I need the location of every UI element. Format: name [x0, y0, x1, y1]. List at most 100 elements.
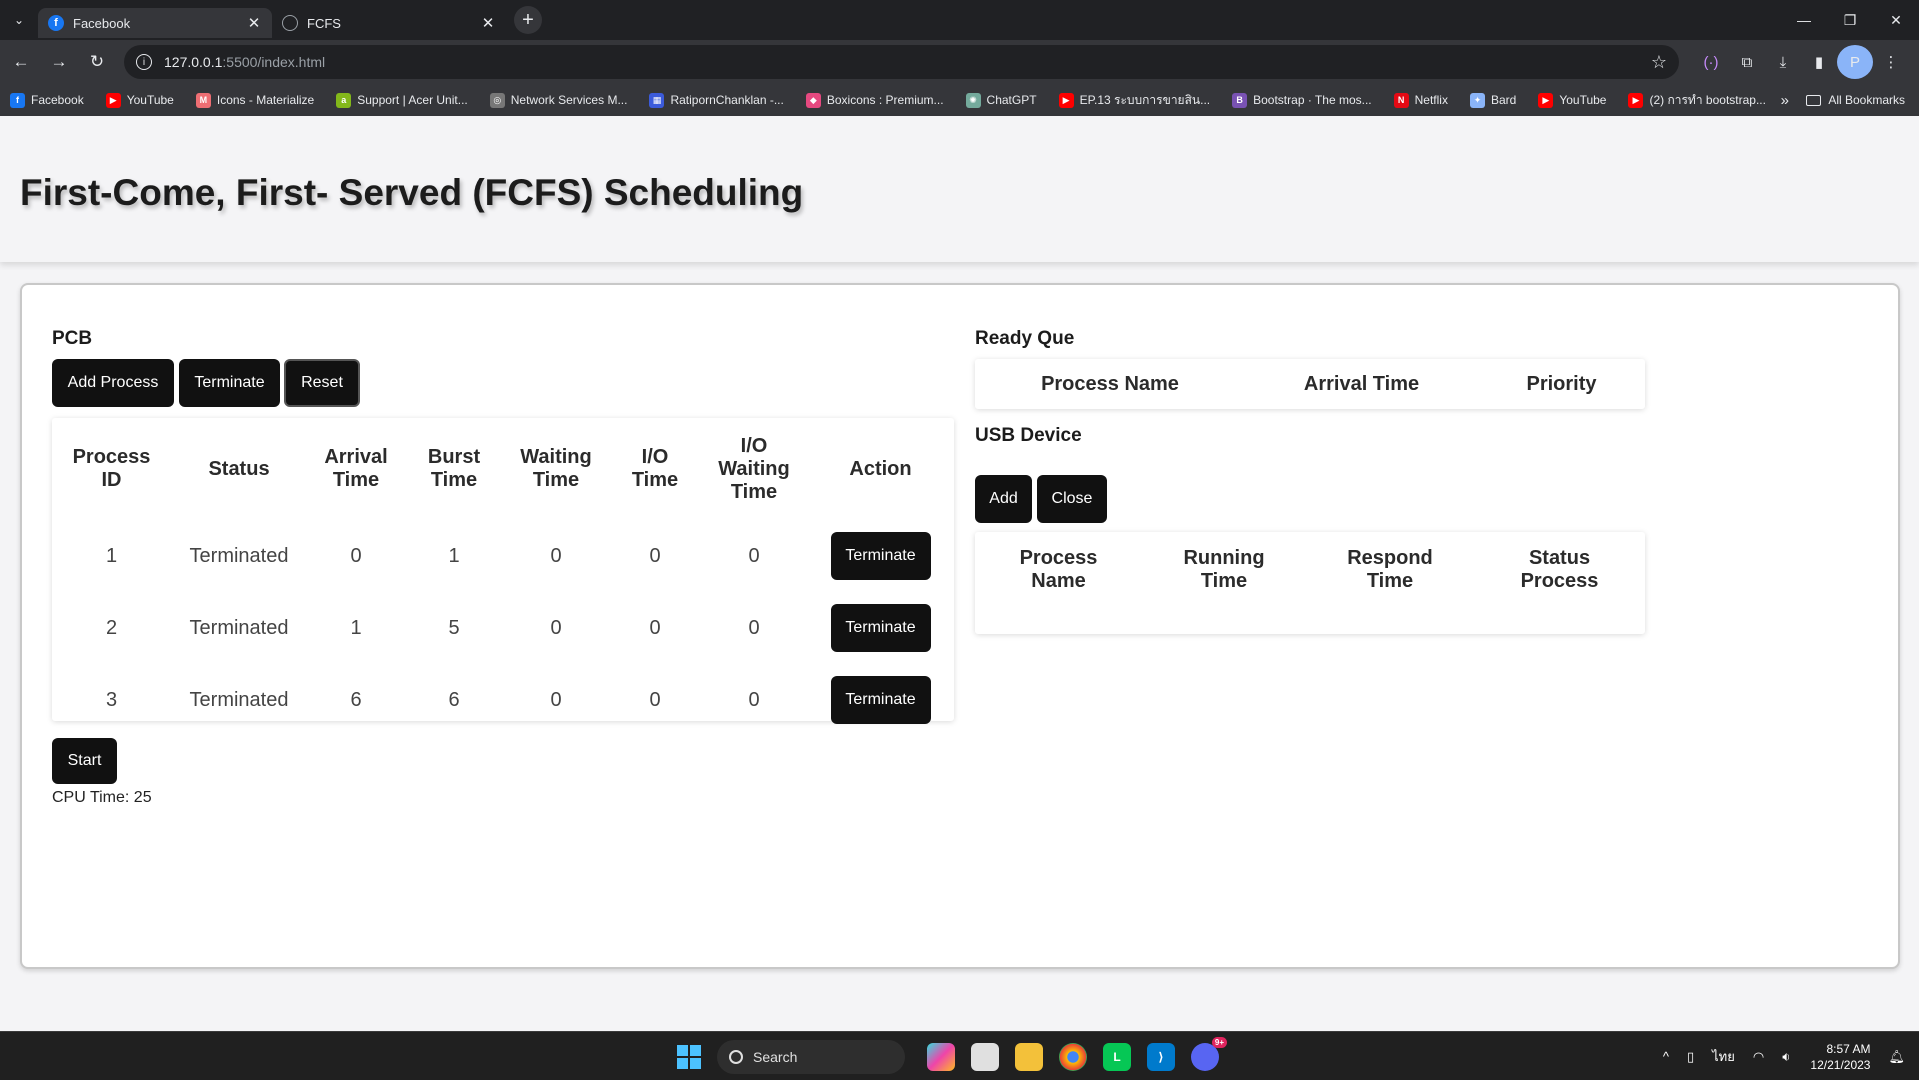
bookmark-item[interactable]: ▶ EP.13 ระบบการขายสิน...	[1058, 91, 1210, 110]
all-bookmarks-button[interactable]: All Bookmarks	[1806, 84, 1905, 116]
bookmark-label: Facebook	[31, 93, 84, 107]
row-terminate-button[interactable]: Terminate	[830, 676, 931, 724]
chrome-icon[interactable]	[1059, 1042, 1087, 1071]
window-controls: — ❐ ✕	[1781, 0, 1919, 40]
address-toolbar: ← → ↻ i 127.0.0.1:5500/index.html ☆ (·) …	[0, 40, 1919, 84]
bookmark-item[interactable]: ◎ Network Services M...	[489, 92, 628, 108]
notification-bell-icon[interactable]: 🔔︎	[1888, 1049, 1905, 1065]
bookmark-favicon-icon: ◆	[805, 92, 821, 108]
bookmark-label: YouTube	[126, 93, 174, 107]
bookmarks-bar: » All Bookmarks f Facebook ▶ YouTube M Icons …	[0, 84, 1919, 116]
back-icon[interactable]: ←	[4, 45, 38, 79]
row-terminate-button[interactable]: Terminate	[830, 604, 931, 652]
ready-queue-table-container: Process Name Arrival Time Priority	[975, 359, 1645, 409]
pcb-header-line: Waiting	[520, 446, 592, 468]
bookmark-item[interactable]: M Icons - Materialize	[195, 92, 315, 108]
discord-icon[interactable]: 9+	[1191, 1036, 1227, 1071]
download-icon[interactable]: ⤓	[1765, 45, 1801, 79]
windows-taskbar: Search L ⟩ 9+ ^ ▯ ไทย ◠ 🔉︎ 8:57 AM 12/21…	[0, 1031, 1919, 1080]
tab-search-chevron-icon[interactable]: ⌄	[0, 0, 38, 40]
tray-overflow-chevron-icon[interactable]: ^	[1663, 1049, 1669, 1064]
menu-kebab-icon[interactable]: ⋮	[1873, 45, 1909, 79]
pcb-cell-io: 0	[649, 616, 661, 639]
tab-fcfs[interactable]: FCFS ✕	[272, 8, 506, 38]
close-tab-icon[interactable]: ✕	[480, 14, 496, 32]
pcb-header-cell: Burst Time	[405, 418, 503, 520]
taskbar-search[interactable]: Search	[717, 1039, 905, 1074]
task-view-icon[interactable]	[971, 1042, 999, 1071]
url-path: :5500/index.html	[222, 54, 326, 70]
pcb-cell-waiting: 0	[550, 616, 562, 639]
folder-icon	[1806, 94, 1822, 106]
wifi-icon[interactable]: ◠	[1753, 1049, 1764, 1065]
globe-icon	[282, 15, 298, 31]
close-window-icon[interactable]: ✕	[1873, 0, 1919, 40]
reset-button[interactable]: Reset	[284, 359, 360, 407]
bookmark-item[interactable]: ▶ YouTube	[1538, 92, 1607, 108]
minimize-icon[interactable]: —	[1781, 0, 1827, 40]
bookmark-item[interactable]: B Bootstrap · The mos...	[1232, 92, 1372, 108]
add-process-button[interactable]: Add Process	[52, 359, 174, 407]
extension-dev-icon[interactable]: (·)	[1693, 45, 1729, 79]
bookmark-item[interactable]: ◆ Boxicons : Premium...	[805, 92, 944, 108]
copilot-icon[interactable]	[927, 1042, 955, 1071]
pcb-header-line: ID	[101, 469, 122, 491]
tab-facebook[interactable]: f Facebook ✕	[38, 8, 272, 38]
usb-header-cell: Process Name	[975, 532, 1142, 608]
forward-icon[interactable]: →	[42, 45, 76, 79]
more-bookmarks-icon[interactable]: »	[1781, 84, 1789, 116]
bookmark-label: Icons - Materialize	[216, 93, 315, 107]
ready-queue-header-priority: Priority	[1526, 372, 1597, 395]
restore-icon[interactable]: ❐	[1827, 0, 1873, 40]
bookmark-favicon-icon: M	[195, 92, 211, 108]
clock-time: 8:57 AM	[1826, 1041, 1871, 1056]
bookmark-item[interactable]: ▦ RatipornChanklan -...	[649, 92, 784, 108]
bookmark-item[interactable]: ✺ ChatGPT	[965, 92, 1037, 108]
address-bar[interactable]: i 127.0.0.1:5500/index.html ☆	[124, 45, 1679, 79]
bookmark-label: Network Services M...	[510, 93, 628, 107]
bookmark-item[interactable]: f Facebook	[10, 92, 84, 108]
bookmark-item[interactable]: N Netflix	[1393, 92, 1448, 108]
ready-queue-header-process-name: Process Name	[1041, 372, 1179, 395]
battery-icon[interactable]: ▯	[1687, 1049, 1694, 1065]
row-terminate-button[interactable]: Terminate	[830, 532, 931, 580]
usb-header-line: Name	[1031, 570, 1086, 592]
usb-add-button[interactable]: Add	[975, 475, 1032, 523]
pcb-header-line: Waiting	[718, 457, 790, 480]
pcb-table: Process ID Status Arrival Time Burst Time Waiti…	[52, 418, 954, 736]
file-explorer-icon[interactable]	[1015, 1042, 1043, 1071]
input-language[interactable]: ไทย	[1712, 1046, 1735, 1067]
line-icon[interactable]: L	[1103, 1042, 1131, 1071]
bookmark-star-icon[interactable]: ☆	[1651, 52, 1667, 73]
profile-avatar[interactable]: P	[1837, 45, 1873, 79]
new-tab-button[interactable]: +	[514, 6, 542, 34]
clock[interactable]: 8:57 AM 12/21/2023	[1810, 1041, 1870, 1073]
pcb-header-cell: Action	[807, 418, 954, 520]
side-panel-icon[interactable]: ▮	[1801, 45, 1837, 79]
clock-date: 12/21/2023	[1810, 1057, 1871, 1072]
usb-header-line: Process	[1019, 547, 1098, 569]
volume-icon[interactable]: 🔉︎	[1782, 1049, 1790, 1065]
reload-icon[interactable]: ↻	[80, 45, 114, 79]
usb-close-button[interactable]: Close	[1037, 475, 1107, 523]
terminate-button[interactable]: Terminate	[179, 359, 280, 407]
usb-device-title: USB Device	[975, 425, 1082, 446]
extensions-puzzle-icon[interactable]: ⧉	[1729, 45, 1765, 79]
bookmark-item[interactable]: a Support | Acer Unit...	[336, 92, 468, 108]
usb-header-line: Status	[1528, 547, 1591, 569]
start-button[interactable]: Start	[52, 738, 117, 784]
site-info-icon[interactable]: i	[136, 54, 152, 70]
bookmark-item[interactable]: ✦ Bard	[1469, 92, 1516, 108]
vscode-icon[interactable]: ⟩	[1147, 1042, 1175, 1071]
usb-header-line: Time	[1200, 570, 1248, 592]
bookmark-item[interactable]: ▶ (2) การทำ bootstrap...	[1628, 91, 1766, 110]
pcb-header-cell: Waiting Time	[503, 418, 609, 520]
windows-start-icon[interactable]	[677, 1044, 701, 1069]
bookmark-favicon-icon: ✺	[965, 92, 981, 108]
pcb-cell-action: Terminate	[807, 520, 954, 592]
bookmark-label: YouTube	[1559, 93, 1607, 107]
ready-queue-header-arrival-time: Arrival Time	[1303, 372, 1420, 395]
page-header: First-Come, First- Served (FCFS) Schedul…	[0, 116, 1919, 262]
close-tab-icon[interactable]: ✕	[246, 14, 262, 32]
bookmark-item[interactable]: ▶ YouTube	[105, 92, 174, 108]
